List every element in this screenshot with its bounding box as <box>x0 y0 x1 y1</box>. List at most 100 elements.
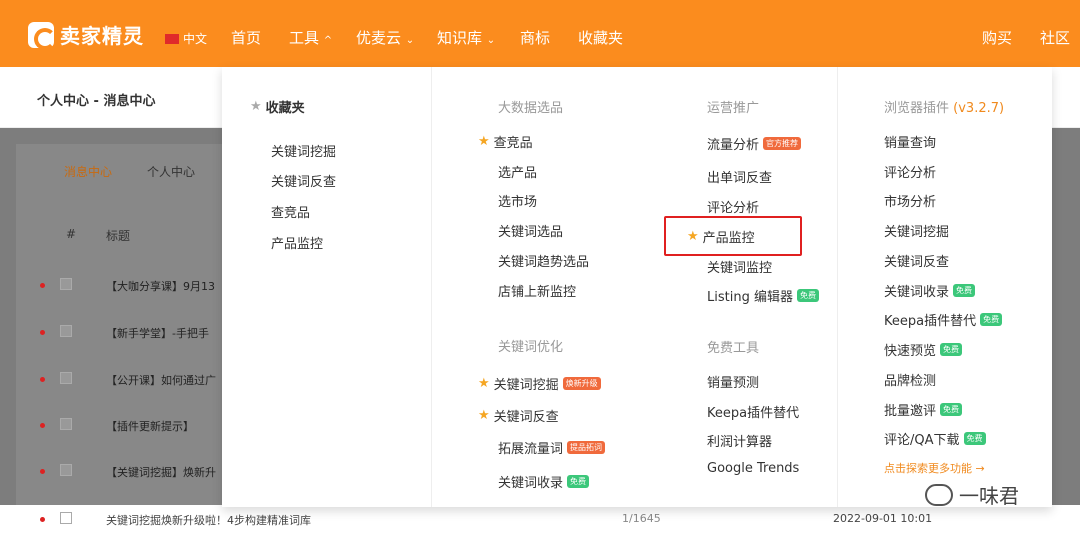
plugin-keepa-alt-label: Keepa插件替代 <box>884 314 977 329</box>
row-checkbox[interactable] <box>60 512 72 524</box>
free-badge: 免费 <box>980 313 1003 326</box>
nav-youmaiyun[interactable]: 优麦云 ⌄ <box>356 27 414 48</box>
nav-buy[interactable]: 购买 <box>982 27 1012 48</box>
menu-keyword-product[interactable]: 关键词选品 <box>498 221 563 240</box>
menu-competitor[interactable]: ★ 查竞品 <box>478 132 533 151</box>
tools-column: 大数据选品 ★ 查竞品 选产品 选市场 关键词选品 关键词趋势选品 店铺上新监控 … <box>431 67 837 507</box>
menu-keyword-trend[interactable]: 关键词趋势选品 <box>498 251 589 270</box>
unread-dot <box>40 517 45 522</box>
explore-more-link[interactable]: 点击探索更多功能 → <box>884 460 985 476</box>
language-switch[interactable]: 中文 <box>165 30 207 47</box>
plugin-review-analysis[interactable]: 评论分析 <box>884 162 936 181</box>
plugin-keyword-index[interactable]: 关键词收录 免费 <box>884 281 976 300</box>
menu-order-keyword[interactable]: 出单词反查 <box>707 167 772 186</box>
free-badge: 免费 <box>567 475 590 488</box>
fav-keyword-reverse[interactable]: 关键词反查 <box>271 171 336 190</box>
row-title: 关键词挖掘焕新升级啦！4步构建精准词库 <box>106 514 311 527</box>
plugin-keyword-index-label: 关键词收录 <box>884 285 950 300</box>
plugin-brand-check[interactable]: 品牌检测 <box>884 370 936 389</box>
row-title: 【公开课】如何通过广 <box>106 374 216 387</box>
plugin-version: (v3.2.7) <box>953 101 1005 116</box>
menu-keepa-alt[interactable]: Keepa插件替代 <box>707 402 799 421</box>
plugin-keyword-reverse[interactable]: 关键词反查 <box>884 251 949 270</box>
favorites-column: ★ 收藏夹 关键词挖掘 关键词反查 查竞品 产品监控 <box>222 67 431 507</box>
table-row[interactable]: 【关键词挖掘】焕新升 <box>40 464 240 480</box>
menu-profit-calc[interactable]: 利润计算器 <box>707 431 772 450</box>
nav-tools[interactable]: 工具 ^ <box>289 27 332 48</box>
chevron-down-icon: ⌄ <box>486 35 496 46</box>
row-checkbox[interactable] <box>60 278 72 290</box>
nav-knowledge-label: 知识库 <box>437 29 483 47</box>
menu-store-monitor[interactable]: 店铺上新监控 <box>498 281 576 300</box>
row-checkbox[interactable] <box>60 418 72 430</box>
fav-keyword-mining[interactable]: 关键词挖掘 <box>271 141 336 160</box>
menu-expand-traffic[interactable]: 拓展流量词 提品拓词 <box>498 438 606 457</box>
language-label: 中文 <box>183 32 208 46</box>
nav-trademark[interactable]: 商标 <box>520 27 550 48</box>
ops-heading: 运营推广 <box>707 101 760 116</box>
unread-dot <box>40 423 45 428</box>
row-time: 2022-09-01 10:01 <box>833 512 933 525</box>
menu-keyword-index[interactable]: 关键词收录 免费 <box>498 472 590 491</box>
highlight-box <box>664 216 802 256</box>
menu-select-product[interactable]: 选产品 <box>498 162 537 181</box>
table-row[interactable]: 【大咖分享课】9月13 <box>40 278 240 294</box>
column-header-title: 标题 <box>106 229 131 243</box>
breadcrumb: 个人中心 - 消息中心 <box>37 94 156 109</box>
nav-knowledge[interactable]: 知识库 ⌄ <box>437 27 495 48</box>
tab-personal-center[interactable]: 个人中心 <box>147 163 195 180</box>
plugin-sales-query[interactable]: 销量查询 <box>884 132 936 151</box>
free-badge: 免费 <box>953 284 976 297</box>
brand-name: 卖家精灵 <box>60 24 144 48</box>
row-checkbox[interactable] <box>60 372 72 384</box>
brand-logo[interactable]: 卖家精灵 <box>28 20 144 50</box>
unread-dot <box>40 377 45 382</box>
row-title: 【大咖分享课】9月13 <box>106 280 215 293</box>
hot-badge: 提品拓词 <box>567 441 606 454</box>
plugin-quick-preview[interactable]: 快速预览 免费 <box>884 340 963 359</box>
menu-expand-traffic-label: 拓展流量词 <box>498 442 564 457</box>
fav-product-monitor[interactable]: 产品监控 <box>271 233 323 252</box>
tab-message-center[interactable]: 消息中心 <box>64 163 112 180</box>
star-icon: ★ <box>478 376 490 391</box>
free-tools-heading: 免费工具 <box>707 341 760 356</box>
nav-community[interactable]: 社区 <box>1040 27 1070 48</box>
table-row[interactable]: 【公开课】如何通过广 <box>40 372 240 388</box>
plugin-heading: 浏览器插件 (v3.2.7) <box>884 97 1004 116</box>
row-checkbox[interactable] <box>60 325 72 337</box>
table-row-last[interactable]: 关键词挖掘焕新升级啦！4步构建精准词库 1/1645 2022-09-01 10… <box>0 505 1080 543</box>
fav-competitor[interactable]: 查竞品 <box>271 202 310 221</box>
menu-keyword-reverse[interactable]: ★ 关键词反查 <box>478 406 559 425</box>
menu-keyword-mining[interactable]: ★ 关键词挖掘 焕新升级 <box>478 374 601 393</box>
nav-youmaiyun-label: 优麦云 <box>356 29 402 47</box>
china-flag-icon <box>165 33 179 44</box>
menu-keyword-monitor[interactable]: 关键词监控 <box>707 257 772 276</box>
plugin-quick-preview-label: 快速预览 <box>884 344 937 359</box>
free-badge: 免费 <box>796 289 819 302</box>
row-count: 1/1645 <box>622 512 661 525</box>
watermark-text: 一味君 <box>959 484 1019 508</box>
nav-favorites[interactable]: 收藏夹 <box>578 27 623 48</box>
plugin-bulk-review[interactable]: 批量邀评 免费 <box>884 400 963 419</box>
menu-traffic-analysis[interactable]: 流量分析 官方推荐 <box>707 134 802 153</box>
menu-listing-editor[interactable]: Listing 编辑器 免费 <box>707 286 819 305</box>
plugin-qa-download[interactable]: 评论/QA下载 免费 <box>884 429 986 448</box>
menu-google-trends[interactable]: Google Trends <box>707 461 799 476</box>
table-row[interactable]: 【插件更新提示】 <box>40 418 240 434</box>
bigdata-heading: 大数据选品 <box>498 101 564 116</box>
menu-keyword-mining-label: 关键词挖掘 <box>493 378 559 393</box>
menu-select-market[interactable]: 选市场 <box>498 191 537 210</box>
menu-review-analysis[interactable]: 评论分析 <box>707 197 759 216</box>
plugin-bulk-review-label: 批量邀评 <box>884 404 937 419</box>
row-checkbox[interactable] <box>60 464 72 476</box>
nav-home[interactable]: 首页 <box>231 27 261 48</box>
table-row[interactable]: 【新手学堂】-手把手 <box>40 325 240 341</box>
plugin-market-analysis[interactable]: 市场分析 <box>884 191 936 210</box>
column-header-index: # <box>66 227 77 241</box>
plugin-keepa-alt[interactable]: Keepa插件替代 免费 <box>884 310 1003 329</box>
free-badge: 免费 <box>940 343 963 356</box>
menu-sales-forecast[interactable]: 销量预测 <box>707 372 759 391</box>
row-title: 【新手学堂】-手把手 <box>106 327 209 340</box>
plugin-keyword-mining[interactable]: 关键词挖掘 <box>884 221 949 240</box>
plugin-column: 浏览器插件 (v3.2.7) 销量查询 评论分析 市场分析 关键词挖掘 关键词反… <box>837 67 1052 507</box>
